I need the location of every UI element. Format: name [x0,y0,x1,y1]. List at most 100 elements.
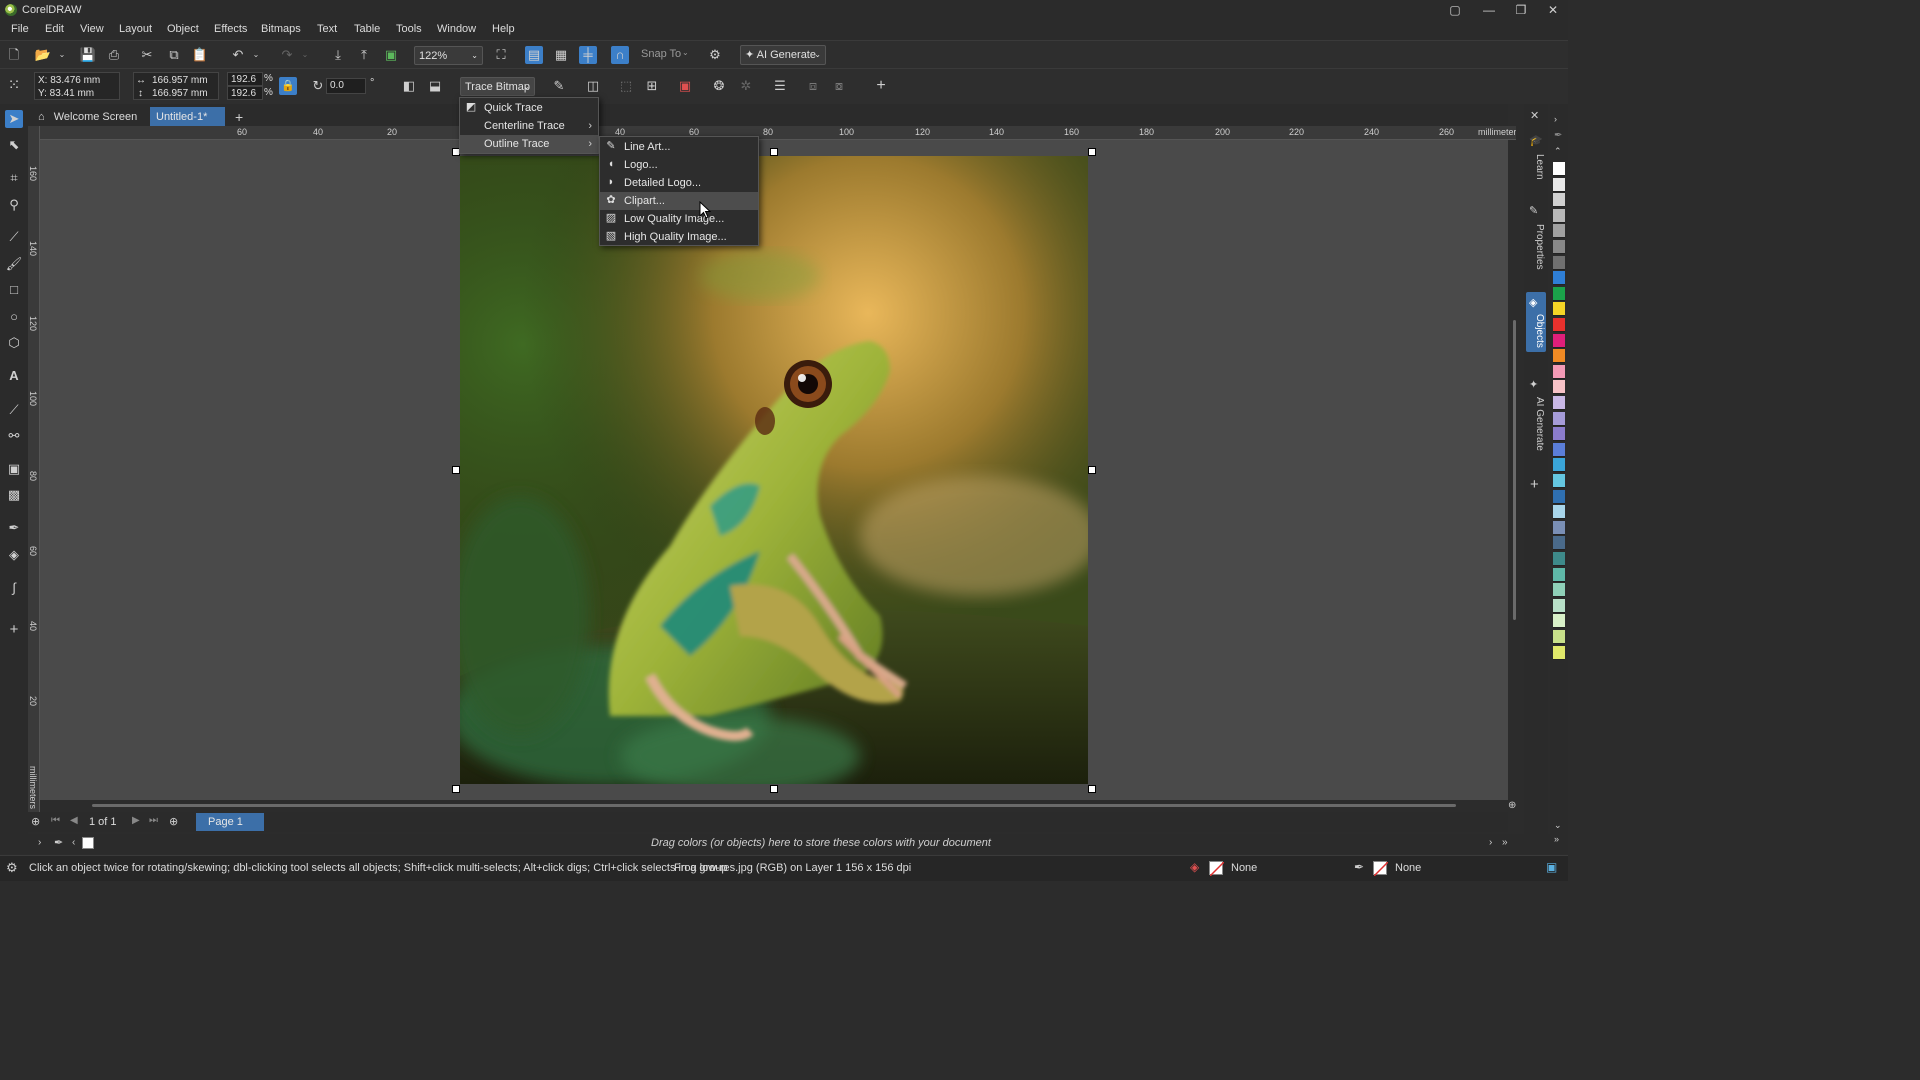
chevron-down-icon[interactable]: ⌄ [57,46,67,64]
wrap-text-icon[interactable]: ☰ [771,77,789,95]
close-button[interactable]: ✕ [1538,2,1568,18]
account-icon[interactable]: ▢ [1440,2,1470,18]
rotation-angle-field[interactable]: 0.0 [326,78,366,94]
crop-bitmap-icon[interactable]: ⬚ [617,77,635,95]
add-button-icon[interactable]: + [872,77,890,95]
color-swatch[interactable] [1553,458,1565,473]
color-swatch[interactable] [1553,520,1565,535]
polygon-tool-icon[interactable]: ⬡ [5,334,23,352]
zoom-tool-icon[interactable]: ⚲ [5,196,23,214]
color-swatch[interactable] [1553,567,1565,582]
settings-gear-icon[interactable]: ⚙ [706,46,724,64]
chevron-right-icon[interactable]: › [1489,837,1492,848]
color-swatch[interactable] [1553,208,1565,223]
snap-icon[interactable]: ∩ [611,46,629,64]
color-swatch[interactable] [1553,240,1565,254]
ellipse-tool-icon[interactable]: ○ [5,308,23,326]
color-swatch[interactable] [1553,380,1565,395]
menu-effects[interactable]: Effects [214,23,247,35]
text-tool-icon[interactable]: A [5,367,23,385]
publish-pdf-icon[interactable]: ▣ [382,46,400,64]
bitmap-color-mask-icon[interactable]: ▣ [676,77,694,95]
transparency-tool-icon[interactable]: ▩ [5,486,23,504]
color-swatch[interactable] [1553,364,1565,379]
lock-ratio-icon[interactable]: 🔒 [279,77,297,95]
double-chevron-right-icon[interactable]: » [1554,834,1559,844]
frog-bitmap-image[interactable] [460,156,1088,784]
clear-effects-icon[interactable]: ✲ [737,77,755,95]
next-page-icon[interactable]: ▶ [132,815,140,826]
width-field[interactable]: 166.957 mm [152,74,208,87]
outline-color-swatch[interactable] [1373,861,1389,877]
fill-color-swatch[interactable] [1209,861,1225,877]
to-front-icon[interactable]: ⧈ [804,77,822,95]
chevron-down-icon[interactable]: ⌄ [251,46,261,64]
chevron-down-icon[interactable]: ⌄ [1554,820,1562,831]
color-swatch[interactable] [1553,645,1565,660]
no-color-swatch[interactable] [82,837,94,849]
color-swatch[interactable] [1553,349,1565,364]
color-swatch[interactable] [1553,536,1565,551]
full-screen-preview-icon[interactable]: ▤ [525,46,543,64]
menu-help[interactable]: Help [492,23,515,35]
connector-tool-icon[interactable]: ⟋ [5,401,23,419]
chevron-down-icon[interactable]: ⌄ [300,46,310,64]
x-position-field[interactable]: X: 83.476 mm [38,74,100,87]
color-swatch[interactable] [1553,193,1565,208]
color-swatch[interactable] [1553,630,1565,644]
docker-tab-ai-generate[interactable]: AI Generate [1527,396,1545,452]
crop-tool-icon[interactable]: ⌗ [5,169,23,187]
color-swatch[interactable] [1553,598,1565,613]
pick-tool-icon[interactable]: ➤ [5,110,23,128]
scale-height-field[interactable]: 192.6 [227,86,263,100]
copy-icon[interactable]: ⧉ [165,46,183,64]
page-1-tab[interactable]: Page 1 [196,813,264,831]
selection-handle[interactable] [452,466,460,474]
chevron-right-icon[interactable]: › [38,837,41,848]
color-swatch[interactable] [1553,255,1565,270]
double-chevron-right-icon[interactable]: » [1502,837,1508,848]
last-page-icon[interactable]: ⏭ [149,815,158,826]
snap-to-dropdown[interactable]: Snap To [641,48,681,60]
tab-untitled-1[interactable]: Untitled-1* [150,107,225,127]
image-adjust-icon[interactable]: ◫ [584,77,602,95]
menu-item-outline-trace[interactable]: Outline Trace › [460,135,598,153]
smart-fill-tool-icon[interactable]: ∫ [5,579,23,597]
shadow-tool-icon[interactable]: ▣ [5,460,23,478]
export-icon[interactable]: ⤒ [355,46,373,64]
redo-icon[interactable]: ↷ [278,46,296,64]
color-swatch[interactable] [1553,427,1565,442]
menu-object[interactable]: Object [167,23,199,35]
zoom-to-page-icon[interactable]: ⛶ [492,46,510,64]
color-swatch[interactable] [1553,411,1565,426]
menu-item-high-quality-image[interactable]: ▧ High Quality Image... [600,228,758,246]
vertical-scrollbar[interactable] [1513,320,1516,620]
close-docker-icon[interactable]: ✕ [1530,109,1539,122]
brush-tool-icon[interactable]: 🖌 [5,255,23,273]
color-swatch[interactable] [1553,505,1565,520]
rectangle-tool-icon[interactable]: □ [5,281,23,299]
menu-text[interactable]: Text [317,23,337,35]
add-page-icon[interactable]: ⊕ [31,815,40,828]
menu-view[interactable]: View [80,23,104,35]
new-document-icon[interactable]: 🗋 [5,46,23,64]
add-docker-icon[interactable]: + [1530,476,1539,493]
cut-icon[interactable]: ✂ [138,46,156,64]
menu-layout[interactable]: Layout [119,23,152,35]
mirror-horizontal-icon[interactable]: ◧ [400,77,418,95]
menu-item-line-art[interactable]: ✎ Line Art... [600,138,758,156]
selection-handle[interactable] [1088,466,1096,474]
color-swatch[interactable] [1553,318,1565,332]
menu-tools[interactable]: Tools [396,23,422,35]
menu-item-centerline-trace[interactable]: Centerline Trace › [460,117,598,135]
docker-tab-objects[interactable]: Objects [1527,314,1545,348]
trace-bitmap-dropdown[interactable]: Trace Bitmap ⌄ [460,77,535,96]
edit-bitmap-icon[interactable]: ✎ [550,77,568,95]
settings-gear-icon[interactable]: ⚙ [6,860,18,876]
selection-handle[interactable] [1088,785,1096,793]
menu-edit[interactable]: Edit [45,23,64,35]
new-tab-plus-icon[interactable]: + [229,107,249,127]
eyedropper-icon[interactable]: ✒ [1554,130,1562,141]
eyedropper-icon[interactable]: ✒ [54,836,63,849]
shape-tool-icon[interactable]: ⬉ [5,136,23,154]
